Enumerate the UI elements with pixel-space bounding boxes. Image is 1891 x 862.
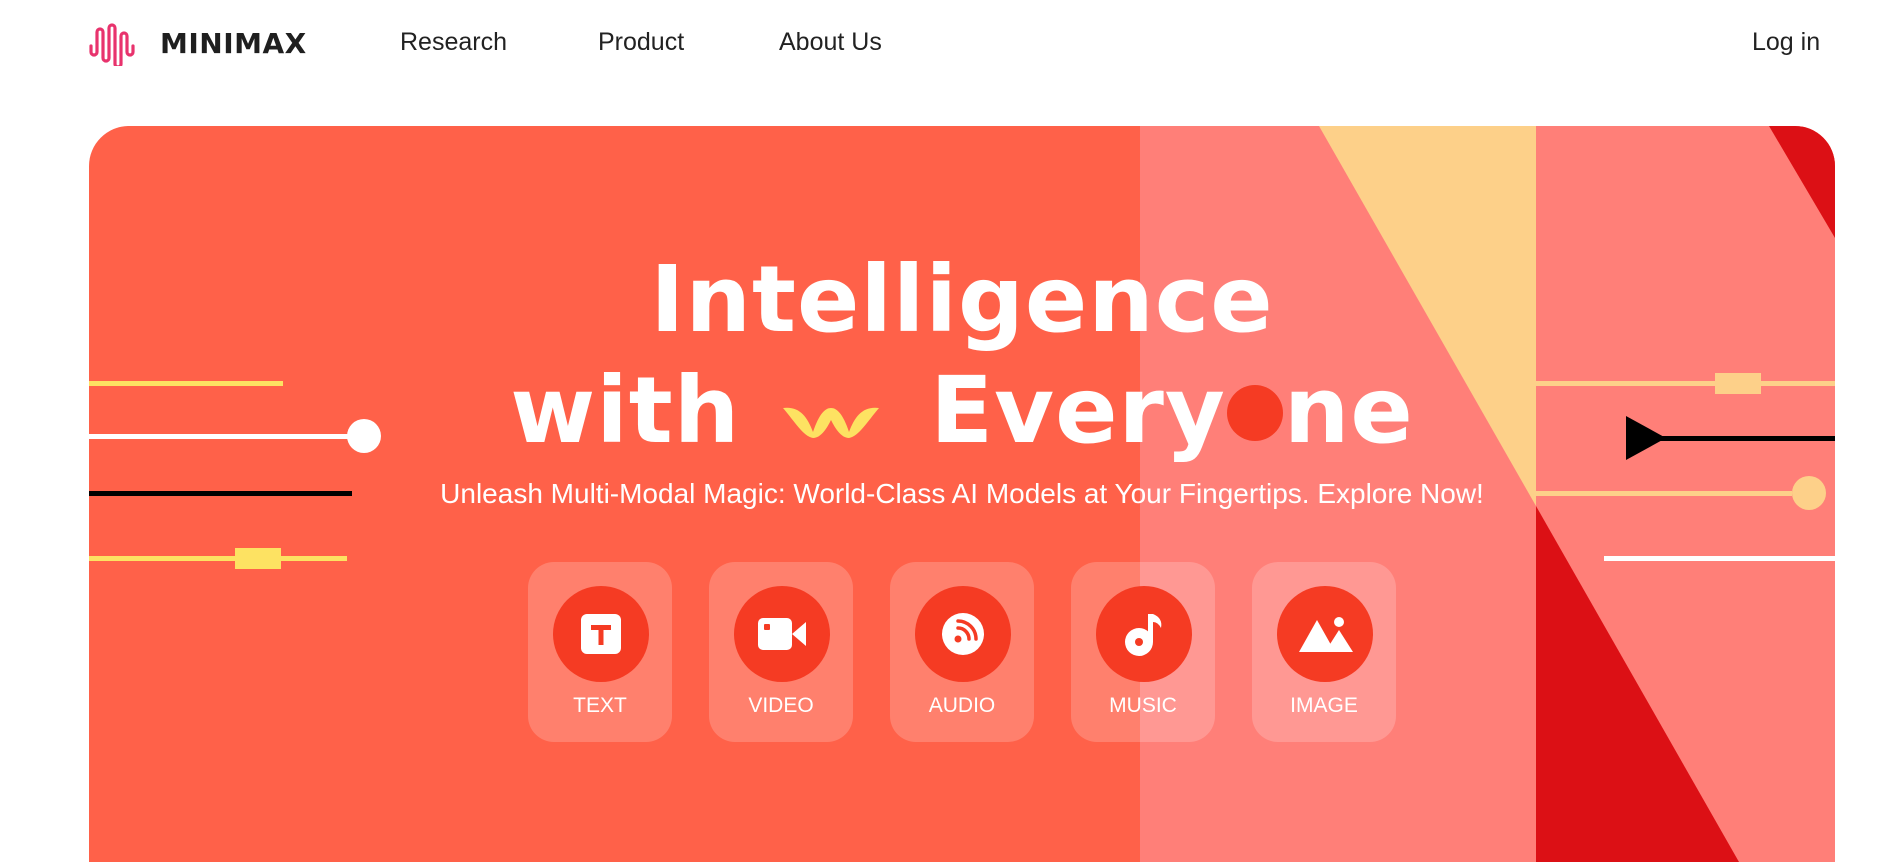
hero-title-line1: Intelligence bbox=[650, 246, 1274, 353]
logo[interactable]: MINIMAX bbox=[88, 20, 307, 66]
video-camera-icon bbox=[734, 586, 830, 682]
modality-tile-text[interactable]: TEXT bbox=[528, 562, 672, 742]
title-word-ne: ne bbox=[1283, 357, 1414, 465]
modality-tile-image[interactable]: IMAGE bbox=[1252, 562, 1396, 742]
modality-label-image: IMAGE bbox=[1290, 694, 1358, 717]
minimax-wave-logo-icon bbox=[89, 23, 135, 66]
nav-link-about-us[interactable]: About Us bbox=[779, 28, 882, 57]
audio-wave-icon bbox=[915, 586, 1011, 682]
title-word-with: with bbox=[510, 357, 741, 465]
login-link[interactable]: Log in bbox=[1752, 28, 1820, 57]
nav-link-product[interactable]: Product bbox=[598, 28, 684, 57]
modality-tile-video[interactable]: VIDEO bbox=[709, 562, 853, 742]
modality-label-music: MUSIC bbox=[1109, 694, 1177, 717]
modality-tile-audio[interactable]: AUDIO bbox=[890, 562, 1034, 742]
logo-text: MINIMAX bbox=[160, 26, 307, 60]
top-nav: MINIMAX Research Product About Us Log in bbox=[0, 0, 1891, 90]
mountain-image-icon bbox=[1277, 586, 1373, 682]
modality-label-audio: AUDIO bbox=[928, 694, 996, 717]
modality-label-video: VIDEO bbox=[748, 694, 814, 717]
modality-tiles: TEXT VIDEO AUDIO MUSIC IMAGE bbox=[528, 562, 1396, 742]
red-dot-o-icon bbox=[1226, 357, 1284, 464]
title-word-every: Every bbox=[930, 357, 1226, 465]
hero-subtitle: Unleash Multi-Modal Magic: World-Class A… bbox=[440, 478, 1484, 509]
hero-banner: Intelligence with Every ne Unleash Multi-… bbox=[89, 126, 1835, 862]
hero-title-line2: with Every ne bbox=[89, 351, 1835, 464]
modality-tile-music[interactable]: MUSIC bbox=[1071, 562, 1215, 742]
text-icon bbox=[553, 586, 649, 682]
modality-label-text: TEXT bbox=[573, 694, 627, 717]
music-note-icon bbox=[1096, 586, 1192, 682]
smile-icon bbox=[781, 357, 881, 464]
nav-link-research[interactable]: Research bbox=[400, 28, 507, 57]
